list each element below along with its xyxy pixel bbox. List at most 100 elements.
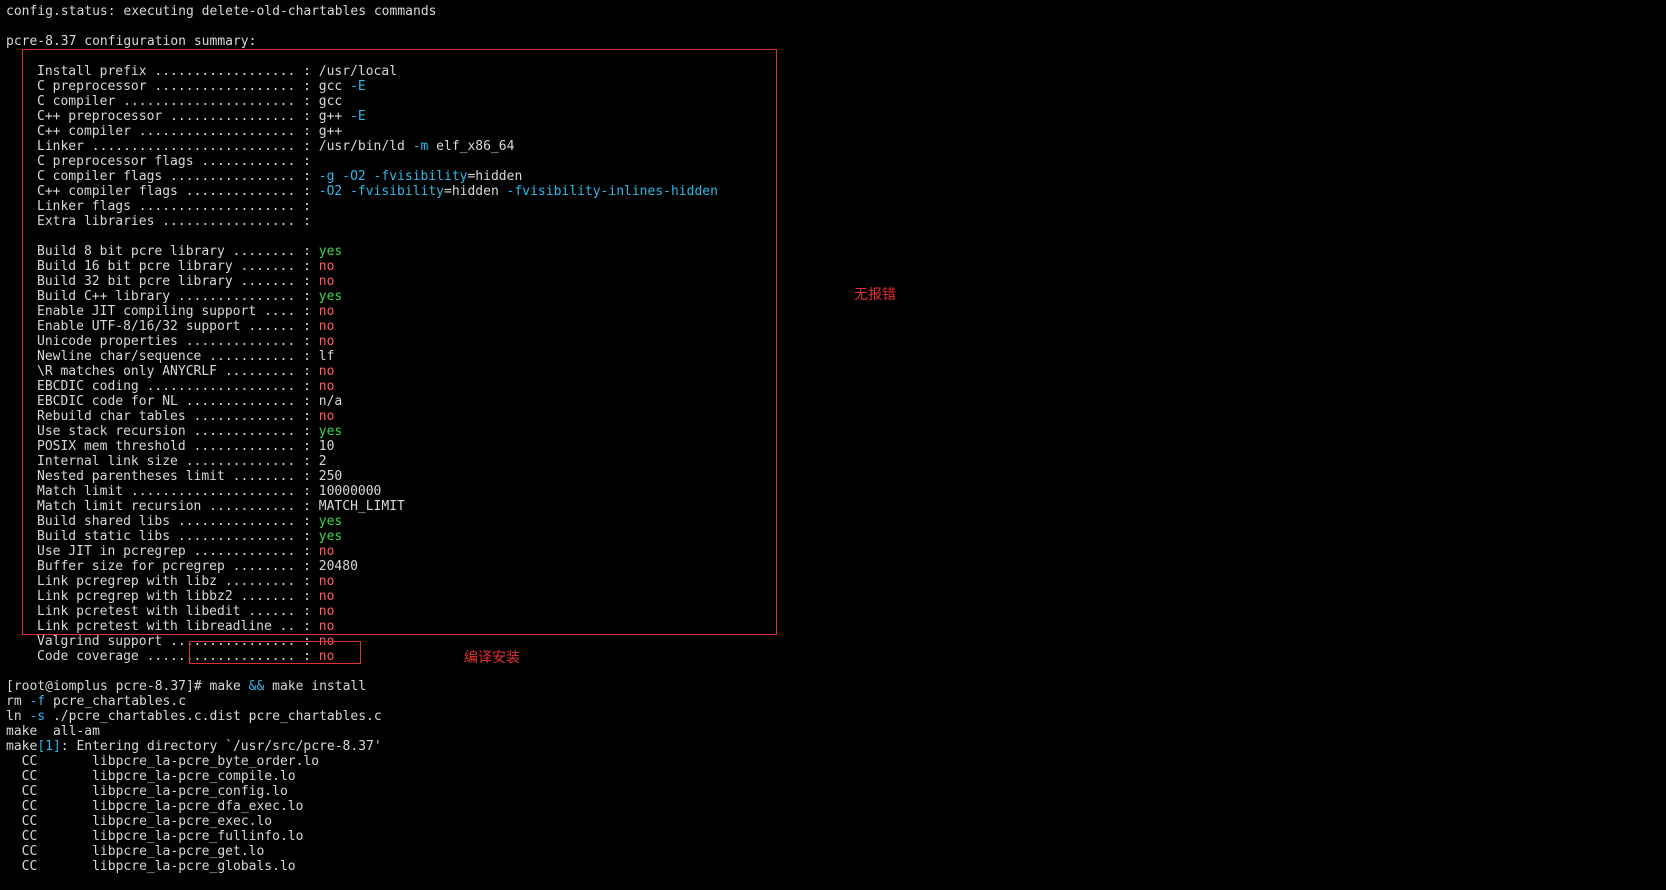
compile-line: CC libpcre_la-pcre_fullinfo.lo [6,829,718,844]
config-flag: -fvisibility-inlines-hidden [506,184,718,199]
config-row: Install prefix .................. : /usr… [37,64,398,79]
compile-file: libpcre_la-pcre_compile.lo [92,769,296,784]
config-label: EBCDIC coding ................... [37,379,296,394]
config-label: Unicode properties .............. [37,334,296,349]
config-value: no [318,259,335,274]
config-value: yes [318,424,343,439]
config-value: /usr/local [318,64,398,79]
compile-file: libpcre_la-pcre_dfa_exec.lo [92,799,304,814]
compile-tag: CC [21,859,38,874]
config-row: Use stack recursion ............. : yes [37,424,343,439]
config-row: Extra libraries ................. : [37,214,319,229]
compile-line: CC libpcre_la-pcre_get.lo [6,844,718,859]
config-row: Rebuild char tables ............. : no [37,409,335,424]
summary-title: pcre-8.37 configuration summary: [6,34,257,49]
config-flag: -E [350,109,366,124]
config-label: Use stack recursion ............. [37,424,296,439]
config-flag-rest: =hidden [467,169,523,184]
config-label: Match limit recursion ........... [37,499,296,514]
config-label: Valgrind support ................ [37,634,296,649]
config-flag: -O2 -fvisibility [318,184,444,199]
config-value: no [318,649,335,664]
compile-tag: CC [21,829,38,844]
config-label: Install prefix .................. [37,64,296,79]
command-make: make [209,679,241,694]
config-value: no [318,544,335,559]
config-label: Linker .......................... [37,139,296,154]
config-row: Link pcregrep with libz ......... : no [37,574,335,589]
config-row: C preprocessor flags ............ : [37,154,319,169]
config-value: gcc [318,79,343,94]
config-value: 2 [318,454,327,469]
prompt-line: [root@iomplus pcre-8.37]# make && make i… [6,679,718,694]
config-value: g++ [318,109,343,124]
config-label: Build C++ library ............... [37,289,296,304]
config-row: Match limit recursion ........... : MATC… [37,499,405,514]
config-label: Build shared libs ............... [37,514,296,529]
config-row: Valgrind support ................ : no [37,634,335,649]
config-label: Use JIT in pcregrep ............. [37,544,296,559]
config-label: C compiler ...................... [37,94,296,109]
config-value: g++ [318,124,343,139]
config-value: no [318,364,335,379]
config-row: Internal link size .............. : 2 [37,454,327,469]
config-row: EBCDIC code for NL .............. : n/a [37,394,343,409]
config-row: Build 8 bit pcre library ........ : yes [37,244,343,259]
config-value: yes [318,529,343,544]
config-value: no [318,409,335,424]
config-flag: -m [412,139,429,154]
config-row: POSIX mem threshold ............. : 10 [37,439,335,454]
config-value: no [318,574,335,589]
config-value: lf [318,349,335,364]
config-value: no [318,274,335,289]
config-row: C++ compiler flags .............. : -O2 … [37,184,718,199]
command-make-install: make install [272,679,367,694]
config-label: Build 16 bit pcre library ....... [37,259,296,274]
config-row: Newline char/sequence ........... : lf [37,349,335,364]
compile-line: CC libpcre_la-pcre_globals.lo [6,859,718,874]
config-value: no [318,634,335,649]
config-value: 250 [318,469,343,484]
config-value: no [318,619,335,634]
config-label: Internal link size .............. [37,454,296,469]
config-value: yes [318,289,343,304]
command-and-operator: && [248,679,265,694]
config-label: C++ compiler .................... [37,124,296,139]
config-value: 10 [318,439,335,454]
config-label: Build static libs ............... [37,529,296,544]
config-label: C compiler flags ................ [37,169,296,184]
no-error-annotation: 无报错 [854,287,896,303]
config-value: /usr/bin/ld [318,139,405,154]
config-value: 10000000 [318,484,382,499]
config-label: Link pcretest with libedit ...... [37,604,296,619]
shell-prompt: [root@iomplus pcre-8.37]# [6,679,202,694]
compile-file: libpcre_la-pcre_byte_order.lo [92,754,320,769]
config-value: no [318,304,335,319]
config-label: Build 8 bit pcre library ........ [37,244,296,259]
config-label: Linker flags .................... [37,199,296,214]
config-flag-rest: elf_x86_64 [436,139,515,154]
config-label: C preprocessor .................. [37,79,296,94]
config-value: no [318,379,335,394]
compile-file: libpcre_la-pcre_exec.lo [92,814,273,829]
config-row: Build static libs ............... : yes [37,529,343,544]
config-label: Link pcregrep with libbz2 ....... [37,589,296,604]
config-flag-rest: =hidden [444,184,499,199]
make-enter-dir-line: make[1]: Entering directory `/usr/src/pc… [6,739,382,754]
terminal-output[interactable]: config.status: executing delete-old-char… [6,4,718,874]
config-label: Rebuild char tables ............. [37,409,296,424]
config-label: C++ compiler flags .............. [37,184,296,199]
config-row: C++ compiler .................... : g++ [37,124,343,139]
config-value: yes [318,514,343,529]
config-row: Build shared libs ............... : yes [37,514,343,529]
compile-tag: CC [21,754,38,769]
status-line: config.status: executing delete-old-char… [6,4,437,19]
config-label: Newline char/sequence ........... [37,349,296,364]
config-row: Match limit ..................... : 1000… [37,484,382,499]
compile-line: CC libpcre_la-pcre_byte_order.lo [6,754,718,769]
compile-line: CC libpcre_la-pcre_compile.lo [6,769,718,784]
config-label: C preprocessor flags ............ [37,154,296,169]
config-row: Enable JIT compiling support .... : no [37,304,335,319]
